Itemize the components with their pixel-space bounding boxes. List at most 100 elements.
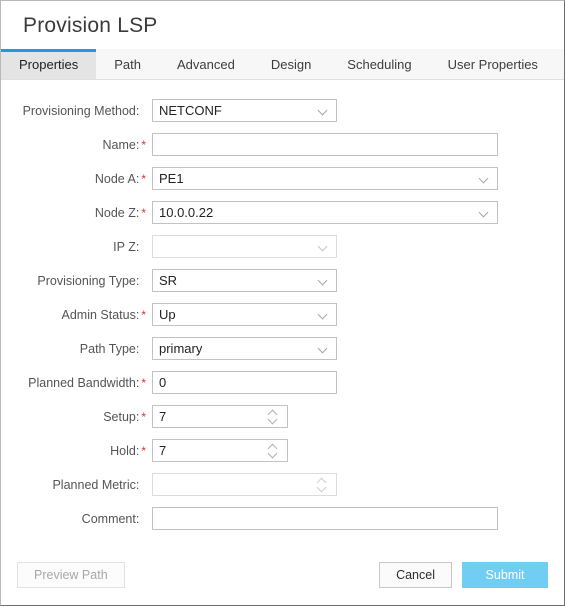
field-label-node-z: Node Z: * <box>1 206 146 220</box>
field-label-comment: Comment:* <box>1 512 146 526</box>
select-path-type[interactable]: primary <box>152 337 337 360</box>
field-label-text: Planned Metric: <box>52 477 140 492</box>
field-value: SR <box>159 273 178 288</box>
chevron-down-icon[interactable] <box>316 482 327 492</box>
spinner-hold[interactable]: 7 <box>152 439 288 462</box>
field-cell-node-z: 10.0.0.22 <box>146 201 498 224</box>
form-row-node-z: Node Z: * 10.0.0.22 <box>1 198 564 227</box>
select-provisioning-method[interactable]: NETCONF <box>152 99 337 122</box>
field-label-name: Name: * <box>1 138 147 152</box>
tab-label: User Properties <box>447 56 538 72</box>
select-node-z[interactable]: 10.0.0.22 <box>152 201 498 224</box>
properties-form: Provisioning Method:* NETCONF Name:* Node A… <box>1 80 564 533</box>
field-cell-setup: 7 <box>146 405 288 428</box>
tab-label: Path <box>114 56 141 72</box>
field-label-text: Planned Bandwidth: <box>28 375 140 390</box>
select-admin-status[interactable]: Up <box>152 303 337 326</box>
tab-label: Design <box>270 56 312 72</box>
form-row-setup: Setup: * 7 <box>1 402 564 431</box>
chevron-down-icon <box>319 310 328 319</box>
form-row-ip-z: IP Z:* <box>1 232 564 261</box>
field-label-text: Node A: <box>94 171 140 186</box>
spinner-arrows-icon[interactable] <box>267 409 278 424</box>
form-row-provisioning-type: Provisioning Type:* SR <box>1 266 564 295</box>
submit-button[interactable]: Submit <box>462 562 548 588</box>
form-row-name: Name: * <box>1 130 564 159</box>
field-label-text: Admin Status: <box>61 307 140 322</box>
tab-advanced[interactable]: Advanced <box>159 49 253 79</box>
field-cell-hold: 7 <box>146 439 288 462</box>
chevron-down-icon <box>319 344 328 353</box>
spinner-planned-metric <box>152 473 337 496</box>
field-value: 10.0.0.22 <box>159 205 214 220</box>
form-row-hold: Hold: * 7 <box>1 436 564 465</box>
field-cell-node-a: PE1 <box>146 167 498 190</box>
tab-scheduling[interactable]: Scheduling <box>329 49 430 79</box>
input-planned-bandwidth[interactable]: 0 <box>152 371 337 394</box>
form-row-admin-status: Admin Status: * Up <box>1 300 564 329</box>
field-label-node-a: Node A: * <box>1 172 146 186</box>
cancel-button[interactable]: Cancel <box>379 562 452 588</box>
field-label-provisioning-type: Provisioning Type:* <box>1 274 146 288</box>
field-label-text: Comment: <box>81 511 140 526</box>
field-cell-name <box>146 133 498 156</box>
chevron-down-icon[interactable] <box>267 414 278 424</box>
field-label-text: Setup: <box>103 409 140 424</box>
form-row-path-type: Path Type:* primary <box>1 334 564 363</box>
spinner-setup[interactable]: 7 <box>152 405 288 428</box>
tab-label: Scheduling <box>347 56 412 72</box>
spinner-arrows-icon[interactable] <box>267 443 278 458</box>
chevron-down-icon <box>319 106 328 115</box>
field-cell-ip-z <box>146 235 337 258</box>
field-label-text: Provisioning Type: <box>37 273 140 288</box>
field-label-planned-bandwidth: Planned Bandwidth: * <box>1 376 146 390</box>
select-provisioning-type[interactable]: SR <box>152 269 337 292</box>
field-label-setup: Setup: * <box>1 410 146 424</box>
tab-design[interactable]: Design <box>252 49 330 79</box>
chevron-down-icon <box>480 208 489 217</box>
page-title: Provision LSP <box>23 14 158 37</box>
field-label-hold: Hold: * <box>1 444 146 458</box>
field-cell-path-type: primary <box>146 337 337 360</box>
field-value: 7 <box>159 409 167 424</box>
field-label-provisioning-method: Provisioning Method:* <box>1 104 146 118</box>
chevron-up-icon[interactable] <box>267 443 278 453</box>
field-value: primary <box>159 341 203 356</box>
provision-lsp-dialog: Provision LSP Properties Path Advanced Desi… <box>0 0 565 606</box>
field-cell-comment <box>146 507 498 530</box>
field-cell-admin-status: Up <box>146 303 337 326</box>
form-row-comment: Comment:* <box>1 504 564 533</box>
chevron-up-icon[interactable] <box>316 477 327 487</box>
field-cell-provisioning-method: NETCONF <box>146 99 337 122</box>
select-ip-z <box>152 235 337 258</box>
form-row-node-a: Node A: * PE1 <box>1 164 564 193</box>
field-cell-planned-metric <box>146 473 337 496</box>
form-row-provisioning-method: Provisioning Method:* NETCONF <box>1 96 564 125</box>
input-name[interactable] <box>152 133 498 156</box>
tab-user-properties[interactable]: User Properties <box>429 49 556 79</box>
field-label-path-type: Path Type:* <box>1 342 146 356</box>
dialog-title-bar: Provision LSP <box>1 1 564 49</box>
field-value: 7 <box>159 443 167 458</box>
chevron-down-icon <box>480 174 489 183</box>
input-comment[interactable] <box>152 507 498 530</box>
form-row-planned-bandwidth: Planned Bandwidth: * 0 <box>1 368 564 397</box>
select-node-a[interactable]: PE1 <box>152 167 498 190</box>
tab-path[interactable]: Path <box>96 49 159 79</box>
field-label-text: Node Z: <box>94 205 140 220</box>
tab-properties[interactable]: Properties <box>1 49 97 79</box>
spinner-arrows-icon[interactable] <box>316 477 327 492</box>
chevron-down-icon[interactable] <box>267 448 278 458</box>
field-cell-provisioning-type: SR <box>146 269 337 292</box>
field-cell-planned-bandwidth: 0 <box>146 371 337 394</box>
field-label-admin-status: Admin Status: * <box>1 307 147 322</box>
field-value: 0 <box>159 375 167 390</box>
chevron-down-icon <box>319 242 328 251</box>
dialog-footer: Preview Path Cancel Submit <box>1 545 564 605</box>
field-label-planned-metric: Planned Metric:* <box>1 478 146 492</box>
field-value: Up <box>159 307 176 322</box>
chevron-up-icon[interactable] <box>267 409 278 419</box>
tab-label: Properties <box>19 56 79 72</box>
preview-path-button[interactable]: Preview Path <box>17 562 125 588</box>
field-label-text: Hold: <box>110 443 140 458</box>
